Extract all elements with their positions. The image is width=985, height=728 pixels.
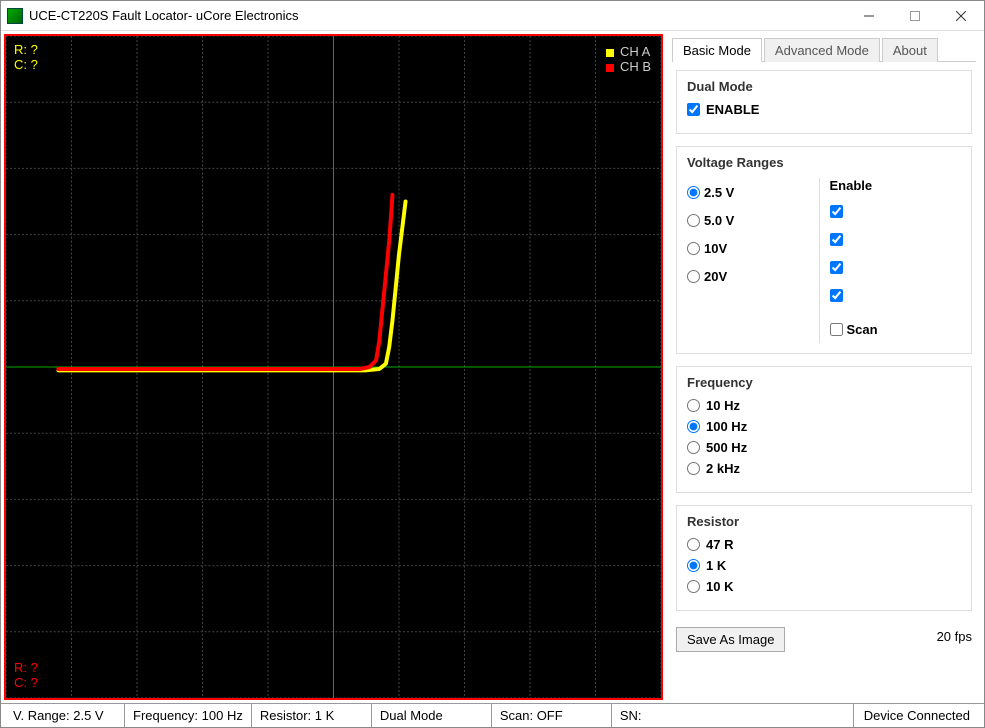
legend-chb: CH B [606, 59, 651, 74]
voltage-enable-checkbox-3[interactable] [830, 289, 843, 302]
save-as-image-button[interactable]: Save As Image [676, 627, 785, 652]
status-resistor: Resistor: 1 K [252, 704, 372, 727]
group-title: Resistor [687, 514, 961, 529]
frequency-radio-2[interactable] [687, 441, 700, 454]
tab-advanced-mode[interactable]: Advanced Mode [764, 38, 880, 62]
voltage-label: 20V [704, 269, 727, 284]
dual-mode-group: Dual Mode ENABLE [676, 70, 972, 134]
resistor-radio-0[interactable] [687, 538, 700, 551]
rc-bot-c: C: ? [14, 675, 38, 690]
group-title: Voltage Ranges [687, 155, 961, 170]
voltage-enable-checkbox-2[interactable] [830, 261, 843, 274]
voltage-radio-0[interactable] [687, 186, 700, 199]
frequency-group: Frequency 10 Hz 100 Hz 500 Hz 2 kHz [676, 366, 972, 493]
voltage-label: 10V [704, 241, 727, 256]
resistor-group: Resistor 47 R 1 K 10 K [676, 505, 972, 611]
dual-mode-enable-label: ENABLE [706, 102, 759, 117]
tab-strip: Basic Mode Advanced Mode About [672, 37, 976, 62]
maximize-button[interactable] [892, 1, 938, 31]
titlebar: UCE-CT220S Fault Locator- uCore Electron… [1, 1, 984, 31]
frequency-label: 500 Hz [706, 440, 747, 455]
plot-canvas [6, 36, 661, 698]
status-scan: Scan: OFF [492, 704, 612, 727]
frequency-label: 2 kHz [706, 461, 740, 476]
voltage-scan-checkbox[interactable] [830, 323, 843, 336]
oscilloscope-plot[interactable]: R: ? C: ? R: ? C: ? CH A CH B [4, 34, 663, 700]
resistor-label: 10 K [706, 579, 733, 594]
voltage-label: 5.0 V [704, 213, 734, 228]
voltage-label: 2.5 V [704, 185, 734, 200]
frequency-label: 10 Hz [706, 398, 740, 413]
status-vrange: V. Range: 2.5 V [5, 704, 125, 727]
voltage-radio-1[interactable] [687, 214, 700, 227]
voltage-scan-label: Scan [847, 322, 878, 337]
square-icon [606, 64, 614, 72]
status-frequency: Frequency: 100 Hz [125, 704, 252, 727]
window-title: UCE-CT220S Fault Locator- uCore Electron… [29, 8, 846, 23]
group-title: Dual Mode [687, 79, 961, 94]
frequency-radio-0[interactable] [687, 399, 700, 412]
control-panel: Basic Mode Advanced Mode About Dual Mode… [666, 31, 984, 703]
voltage-enable-checkbox-1[interactable] [830, 233, 843, 246]
resistor-radio-2[interactable] [687, 580, 700, 593]
frequency-label: 100 Hz [706, 419, 747, 434]
voltage-radio-2[interactable] [687, 242, 700, 255]
status-bar: V. Range: 2.5 V Frequency: 100 Hz Resist… [1, 703, 984, 727]
resistor-label: 47 R [706, 537, 733, 552]
close-button[interactable] [938, 1, 984, 31]
resistor-label: 1 K [706, 558, 726, 573]
status-mode: Dual Mode [372, 704, 492, 727]
status-connection: Device Connected [854, 708, 980, 723]
tab-about[interactable]: About [882, 38, 938, 62]
frequency-radio-3[interactable] [687, 462, 700, 475]
rc-top-c: C: ? [14, 57, 38, 72]
enable-column-label: Enable [830, 178, 962, 193]
app-icon [7, 8, 23, 24]
status-sn: SN: [612, 704, 854, 727]
tab-basic-mode[interactable]: Basic Mode [672, 38, 762, 62]
voltage-radio-3[interactable] [687, 270, 700, 283]
dual-mode-enable-checkbox[interactable] [687, 103, 700, 116]
voltage-enable-checkbox-0[interactable] [830, 205, 843, 218]
voltage-ranges-group: Voltage Ranges 2.5 V 5.0 V 10V 20V Enable S… [676, 146, 972, 354]
rc-bot-r: R: ? [14, 660, 38, 675]
group-title: Frequency [687, 375, 961, 390]
minimize-button[interactable] [846, 1, 892, 31]
rc-top-r: R: ? [14, 42, 38, 57]
frequency-radio-1[interactable] [687, 420, 700, 433]
square-icon [606, 49, 614, 57]
fps-label: 20 fps [937, 629, 972, 644]
resistor-radio-1[interactable] [687, 559, 700, 572]
legend-cha: CH A [606, 44, 651, 59]
